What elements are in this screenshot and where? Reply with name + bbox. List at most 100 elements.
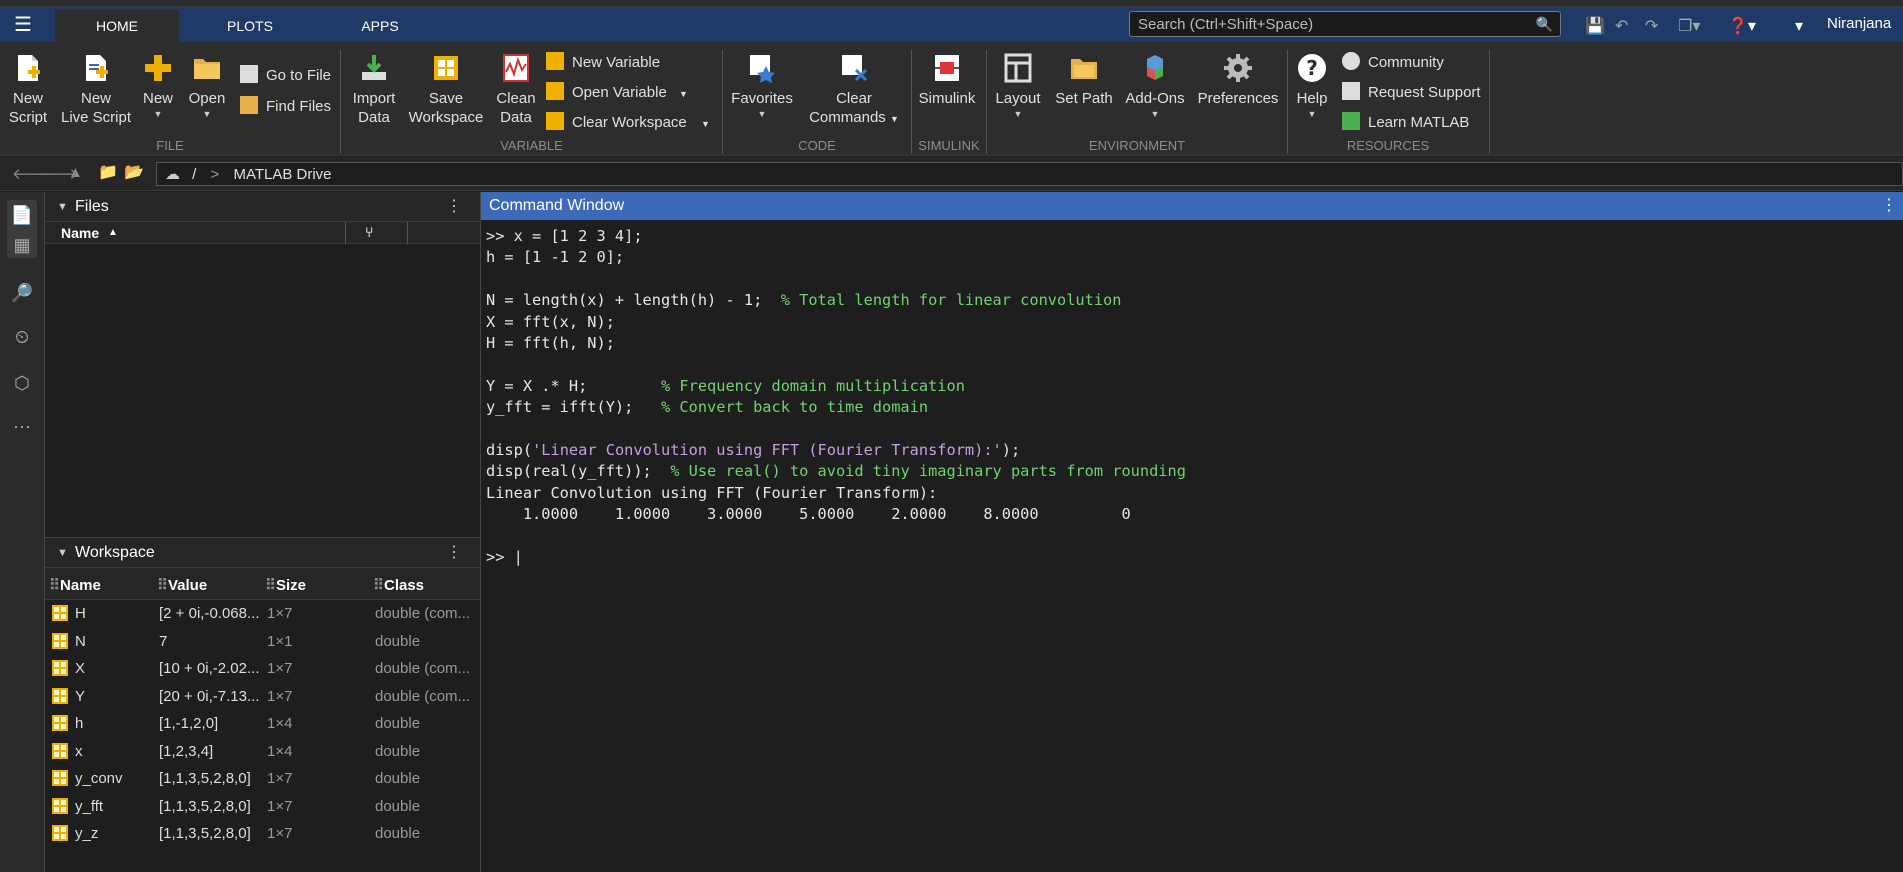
undo-icon[interactable]: ↶ (1615, 16, 1628, 36)
more-panels-icon[interactable]: ⋯ (7, 412, 37, 442)
add-ons-button[interactable]: Add-Ons ▼ (1122, 52, 1188, 120)
path-root[interactable]: / (192, 166, 196, 183)
command-line: disp(real(y_fft)); % Use real() to avoid… (486, 461, 1903, 482)
var-name: H (75, 605, 86, 622)
workspace-row[interactable]: y_conv [1,1,3,5,2,8,0] 1×7 double (45, 765, 480, 793)
tab-apps[interactable]: APPS (330, 10, 430, 42)
request-support-button[interactable]: Request Support (1342, 82, 1481, 101)
ws-col-name[interactable]: ⠿Name (49, 576, 101, 594)
workspace-row[interactable]: h [1,-1,2,0] 1×4 double (45, 710, 480, 738)
ws-col-size[interactable]: ⠿Size (265, 576, 306, 594)
command-line (486, 419, 1903, 440)
community-button[interactable]: Community (1342, 52, 1444, 71)
drive-folder-icon[interactable]: 📂 (124, 162, 144, 182)
new-label: New (142, 90, 173, 107)
simulink-button[interactable]: Simulink (917, 52, 977, 108)
favorites-button[interactable]: Favorites ▼ (730, 52, 794, 120)
new-variable-button[interactable]: New Variable (546, 52, 660, 71)
workspace-row[interactable]: Y [20 + 0i,-7.13... 1×7 double (com... (45, 683, 480, 711)
source-control-icon[interactable]: ⑂ (365, 224, 373, 240)
save-workspace-button[interactable]: Save Workspace (408, 52, 484, 127)
clear-commands-label-1: Clear (836, 90, 872, 107)
new-script-button[interactable]: New Script (6, 52, 50, 127)
panel-menu-icon[interactable]: ⋮ (446, 192, 462, 222)
set-path-icon (1071, 59, 1097, 79)
current-folder-path[interactable]: ☁ / > MATLAB Drive (156, 162, 1903, 186)
code-text: 1.0000 1.0000 3.0000 5.0000 2.0000 8.000… (486, 505, 1131, 524)
find-files-icon (240, 96, 258, 114)
group-label-variable: VARIABLE (500, 138, 563, 153)
code-text: h = [1 -1 2 0]; (486, 248, 625, 267)
window-switch-icon[interactable]: ❐▾ (1678, 16, 1700, 36)
set-path-button[interactable]: Set Path (1052, 52, 1116, 108)
path-separator: > (210, 166, 220, 183)
save-icon[interactable]: 💾 (1585, 16, 1605, 36)
variable-icon (52, 687, 68, 704)
open-variable-button[interactable]: Open Variable ▼ (546, 82, 688, 101)
command-line: N = length(x) + length(h) - 1; % Total l… (486, 290, 1903, 311)
redo-icon[interactable]: ↷ (1645, 16, 1658, 36)
var-class: double (com... (375, 605, 471, 622)
clear-workspace-button[interactable]: Clear Workspace ▼ (546, 112, 710, 131)
new-live-script-button[interactable]: New Live Script (60, 52, 132, 127)
var-size: 1×7 (267, 687, 293, 705)
collapse-arrow-icon[interactable]: ▼ (57, 538, 68, 568)
tab-plots[interactable]: PLOTS (195, 10, 305, 42)
panel-menu-icon[interactable]: ⋮ (1881, 192, 1897, 220)
workspace-row[interactable]: X [10 + 0i,-2.02... 1×7 double (com... (45, 655, 480, 683)
user-menu-icon[interactable]: ▾ (1795, 16, 1803, 36)
panel-menu-icon[interactable]: ⋮ (446, 538, 462, 568)
help-label: Help (1296, 90, 1328, 107)
workspace-row[interactable]: y_z [1,1,3,5,2,8,0] 1×7 double (45, 820, 480, 848)
up-folder-icon[interactable]: ▲ (68, 164, 83, 181)
hamburger-menu-icon[interactable]: ☰ (8, 13, 38, 37)
preferences-button[interactable]: Preferences (1196, 52, 1280, 108)
tab-home[interactable]: HOME (55, 10, 179, 42)
user-name[interactable]: Niranjana (1827, 15, 1891, 32)
clear-workspace-dropdown-icon: ▼ (700, 119, 710, 129)
layout-button[interactable]: Layout ▼ (992, 52, 1044, 120)
clean-data-button[interactable]: Clean Data (492, 52, 540, 127)
ws-col-value[interactable]: ⠿Value (157, 576, 207, 594)
help-button[interactable]: ? Help ▼ (1294, 52, 1330, 120)
import-data-button[interactable]: Import Data (348, 52, 400, 127)
group-label-file: FILE (156, 138, 184, 153)
files-panel-icon[interactable]: 📄 ▦ (7, 200, 37, 258)
workspace-row[interactable]: H [2 + 0i,-0.068... 1×7 double (com... (45, 600, 480, 628)
clear-commands-button[interactable]: Clear Commands ▼ (804, 52, 904, 129)
command-window[interactable]: Command Window ⋮ >> x = [1 2 3 4]; h = [1 … (481, 192, 1903, 872)
workspace-row[interactable]: N 7 1×1 double (45, 628, 480, 656)
var-value: [1,2,3,4] (159, 742, 214, 760)
find-files-panel-icon[interactable]: 🔎 (7, 278, 37, 308)
path-folder[interactable]: MATLAB Drive (233, 166, 331, 183)
svg-text:?: ? (1306, 56, 1318, 80)
ws-col-class[interactable]: ⠿Class (373, 576, 424, 594)
open-label: Open (188, 90, 226, 107)
var-value: [20 + 0i,-7.13... (159, 687, 260, 705)
learn-matlab-button[interactable]: Learn MATLAB (1342, 112, 1469, 131)
open-button[interactable]: Open ▼ (186, 52, 228, 120)
learn-matlab-label: Learn MATLAB (1368, 114, 1470, 131)
command-history-icon[interactable]: ⏲ (7, 322, 37, 352)
workspace-row[interactable]: y_fft [1,1,3,5,2,8,0] 1×7 double (45, 793, 480, 821)
var-value: [2 + 0i,-0.068... (159, 605, 260, 622)
var-name: y_z (75, 825, 99, 842)
project-icon[interactable]: ⬡ (7, 368, 37, 398)
files-col-name[interactable]: Name (61, 225, 99, 241)
command-window-output[interactable]: >> x = [1 2 3 4]; h = [1 -1 2 0]; N = leng… (481, 220, 1903, 568)
help-menu-icon[interactable]: ❓▾ (1728, 16, 1756, 36)
code-text: Linear Convolution using FFT (Fourier Tr… (486, 483, 938, 502)
search-input[interactable]: Search (Ctrl+Shift+Space) 🔍 (1129, 11, 1561, 37)
workspace-panel-title: Workspace (75, 544, 155, 561)
go-to-file-button[interactable]: Go to File (240, 65, 331, 84)
code-text: >> | (486, 547, 523, 566)
find-files-button[interactable]: Find Files (240, 96, 331, 115)
new-button[interactable]: New ▼ (140, 52, 176, 120)
command-line: Linear Convolution using FFT (Fourier Tr… (486, 483, 1903, 504)
open-variable-label: Open Variable (572, 84, 667, 101)
var-size: 1×7 (267, 797, 293, 815)
browse-folder-icon[interactable]: 📁 (98, 162, 118, 182)
collapse-arrow-icon[interactable]: ▼ (57, 192, 68, 222)
var-class: double (375, 715, 421, 732)
workspace-row[interactable]: x [1,2,3,4] 1×4 double (45, 738, 480, 766)
